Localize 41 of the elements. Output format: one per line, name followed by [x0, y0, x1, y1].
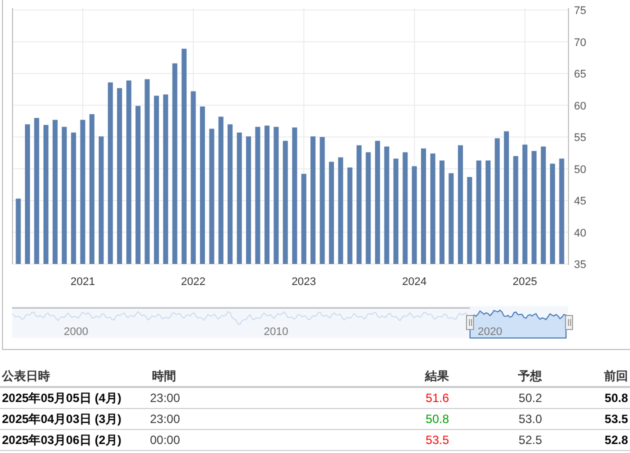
bar: [16, 198, 21, 264]
y-tick-label: 50: [574, 164, 586, 176]
actual-cell-text: 53.5: [424, 432, 450, 449]
selected-range[interactable]: [470, 310, 566, 338]
forecast-cell-text: 53.0: [518, 411, 543, 428]
date-cell-text: 2025年05月05日 (4月): [1, 390, 122, 407]
previous-cell-text: 50.8: [604, 390, 629, 407]
y-tick-label: 40: [574, 227, 586, 240]
range-handle[interactable]: [565, 315, 573, 330]
previous-cell-text: 52.8: [604, 432, 629, 449]
time-cell-text: 00:00: [150, 432, 182, 449]
y-tick-label: 60: [574, 100, 586, 112]
navigator-year-label: 2010: [264, 326, 288, 338]
column-header: 時間: [151, 368, 177, 385]
y-tick-label: 45: [574, 196, 586, 208]
column-header: 公表日時: [0, 368, 51, 385]
actual-cell-text: 50.8: [424, 411, 450, 428]
actual-cell-text: 51.6: [424, 390, 450, 407]
forecast-cell-text: 52.5: [518, 432, 543, 449]
date-cell-text: 2025年03月06日 (2月): [1, 432, 122, 449]
range-handle[interactable]: [466, 315, 474, 330]
y-tick-label: 55: [574, 132, 586, 144]
navigator-year-label: 2020: [478, 326, 502, 338]
column-header: 予想: [517, 368, 543, 385]
date-cell-text: 2025年04月03日 (3月): [1, 411, 122, 428]
x-tick-label: 2025: [512, 276, 538, 288]
navigator-year-label: 2000: [64, 326, 88, 338]
column-header: 前回: [603, 368, 629, 385]
x-tick-label: 2022: [181, 276, 206, 288]
forecast-cell-text: 50.2: [518, 390, 543, 407]
x-tick-label: 2024: [402, 276, 427, 288]
y-tick-label: 75: [574, 5, 586, 17]
time-cell-text: 23:00: [150, 411, 182, 428]
time-cell-text: 23:00: [150, 390, 182, 407]
x-tick-label: 2021: [70, 276, 95, 288]
y-tick-label: 65: [574, 68, 586, 80]
y-tick-label: 70: [574, 36, 586, 49]
previous-cell-text: 53.5: [604, 411, 629, 428]
column-header: 結果: [424, 368, 450, 385]
x-tick-label: 2023: [292, 276, 316, 288]
y-tick-label: 35: [574, 259, 586, 271]
